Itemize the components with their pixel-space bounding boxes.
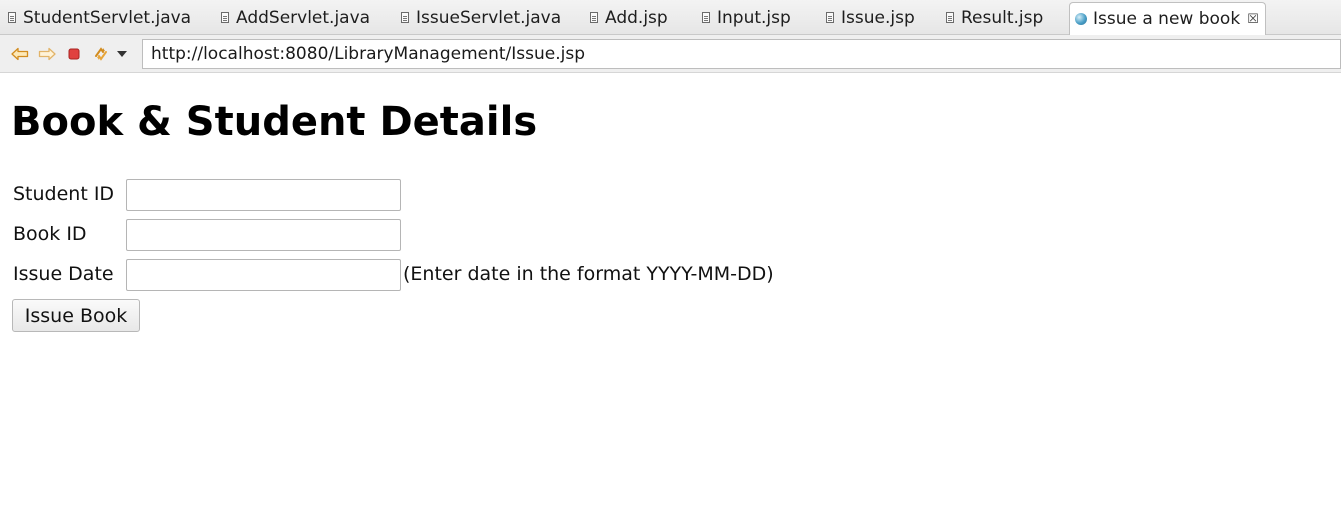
- browser-window: StudentServlet.java AddServlet.java Issu…: [0, 0, 1341, 510]
- issue-date-input[interactable]: [126, 259, 401, 291]
- book-id-input[interactable]: [126, 219, 401, 251]
- tab-label: Result.jsp: [961, 7, 1044, 28]
- jsp-file-icon: [590, 12, 598, 23]
- jsp-file-icon: [946, 12, 954, 23]
- java-file-icon: [401, 12, 409, 23]
- java-file-icon: [8, 12, 16, 23]
- dropdown-arrow-icon: [117, 51, 127, 57]
- close-icon[interactable]: ☒: [1247, 13, 1259, 26]
- tab-add-jsp[interactable]: Add.jsp: [590, 1, 668, 34]
- page-content: Book & Student Details Student ID Book I…: [0, 73, 1341, 510]
- tab-issue-jsp[interactable]: Issue.jsp: [826, 1, 915, 34]
- tab-label: Issue.jsp: [841, 7, 915, 28]
- tab-label: Issue a new book: [1093, 9, 1241, 29]
- refresh-icon: [95, 47, 107, 61]
- tab-label: StudentServlet.java: [23, 7, 192, 28]
- back-button[interactable]: [11, 45, 29, 63]
- tab-label: AddServlet.java: [236, 7, 371, 28]
- forward-arrow-icon: [38, 47, 56, 61]
- stop-icon: [68, 48, 80, 60]
- java-file-icon: [221, 12, 229, 23]
- issue-date-label: Issue Date: [13, 263, 114, 285]
- refresh-button[interactable]: [92, 45, 110, 63]
- tab-issueservlet-java[interactable]: IssueServlet.java: [401, 1, 561, 34]
- tab-label: Add.jsp: [605, 7, 668, 28]
- browser-toolbar: [0, 35, 1341, 73]
- jsp-file-icon: [702, 12, 710, 23]
- stop-button[interactable]: [65, 45, 83, 63]
- tab-result-jsp[interactable]: Result.jsp: [946, 1, 1043, 34]
- tab-label: IssueServlet.java: [416, 7, 562, 28]
- book-id-label: Book ID: [13, 223, 87, 245]
- tab-label: Input.jsp: [717, 7, 791, 28]
- jsp-file-icon: [826, 12, 834, 23]
- editor-tab-bar: StudentServlet.java AddServlet.java Issu…: [0, 0, 1341, 35]
- tab-issue-a-new-book[interactable]: Issue a new book ☒: [1069, 2, 1266, 35]
- tab-addservlet-java[interactable]: AddServlet.java: [221, 1, 370, 34]
- student-id-label: Student ID: [13, 183, 115, 205]
- tab-studentservlet-java[interactable]: StudentServlet.java: [8, 1, 191, 34]
- navigation-dropdown[interactable]: [115, 45, 129, 63]
- issue-book-button[interactable]: Issue Book: [12, 299, 140, 332]
- globe-icon: [1075, 13, 1087, 25]
- url-input[interactable]: [142, 39, 1341, 69]
- back-arrow-icon: [11, 47, 29, 61]
- page-title: Book & Student Details: [11, 99, 538, 145]
- forward-button[interactable]: [38, 45, 56, 63]
- student-id-input[interactable]: [126, 179, 401, 211]
- issue-date-format-hint: (Enter date in the format YYYY-MM-DD): [403, 263, 774, 285]
- tab-input-jsp[interactable]: Input.jsp: [702, 1, 791, 34]
